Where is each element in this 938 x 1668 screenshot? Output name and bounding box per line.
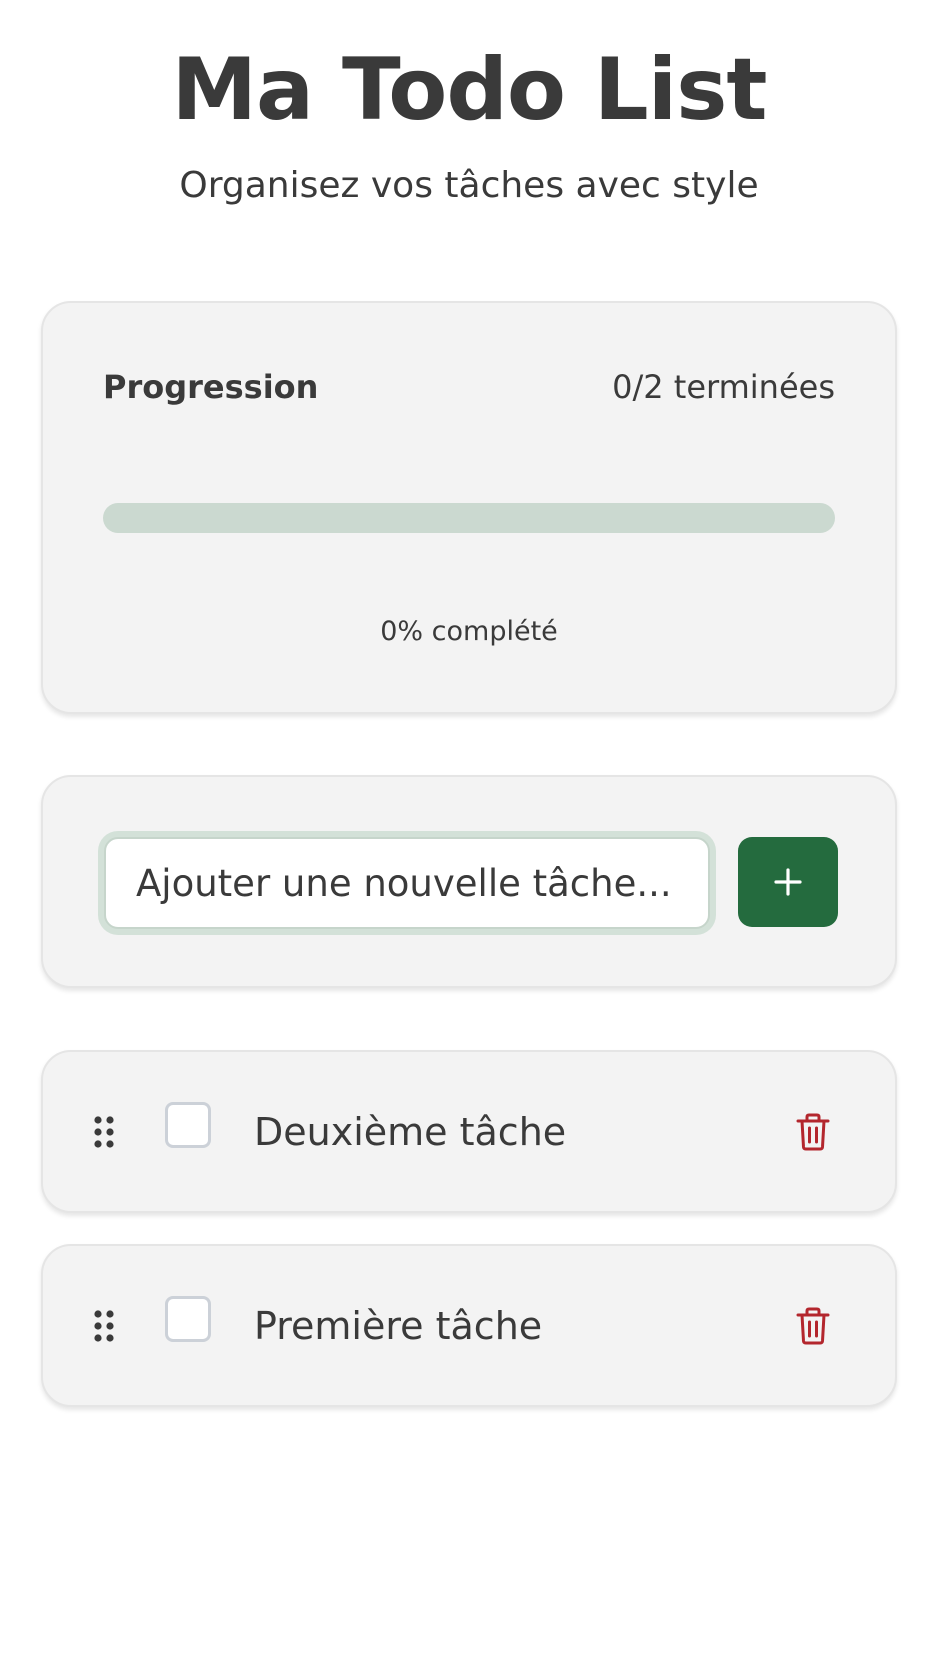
new-task-input[interactable] [104,837,710,929]
plus-icon [774,868,802,896]
page-title: Ma Todo List [171,40,767,140]
task-item: Deuxième tâche [41,1050,897,1213]
progress-header: Progression 0/2 terminées [103,367,835,407]
page-header: Ma Todo List Organisez vos tâches avec s… [0,40,938,208]
delete-task-button[interactable] [793,1110,833,1154]
page-subtitle: Organisez vos tâches avec style [179,165,759,206]
task-input-focus-ring [98,831,716,935]
drag-handle-icon[interactable] [93,1114,115,1150]
progress-percent: 0% complété [380,616,558,647]
drag-handle-icon[interactable] [93,1308,115,1344]
task-text: Deuxième tâche [254,1109,567,1154]
progress-bar [103,503,835,533]
trash-icon [796,1307,830,1344]
task-checkbox[interactable] [165,1102,211,1148]
delete-task-button[interactable] [793,1304,833,1348]
task-text: Première tâche [254,1303,543,1348]
add-task-button[interactable] [738,837,838,927]
task-checkbox[interactable] [165,1296,211,1342]
trash-icon [796,1113,830,1150]
task-item: Première tâche [41,1244,897,1407]
progress-count: 0/2 terminées [612,368,835,406]
progress-card: Progression 0/2 terminées 0% complété [41,301,897,714]
add-task-card [41,775,897,988]
progress-label: Progression [103,368,319,406]
